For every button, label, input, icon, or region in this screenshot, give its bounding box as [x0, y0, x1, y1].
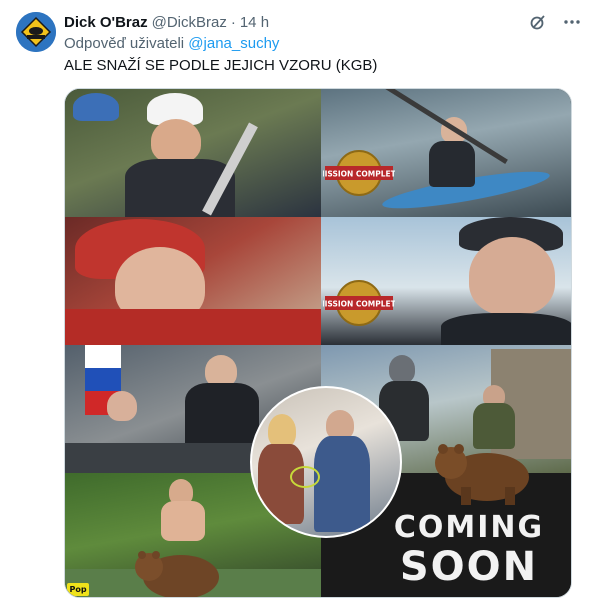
grok-icon[interactable] [528, 12, 548, 32]
reply-prefix: Odpověď uživateli [64, 35, 185, 52]
photo-rafting [65, 89, 321, 217]
pop-logo: Pop [67, 583, 89, 596]
author-handle[interactable]: @DickBraz [152, 14, 227, 31]
reply-mention-link[interactable]: @jana_suchy [188, 35, 279, 52]
bear-ride-image [129, 537, 225, 597]
reply-context: Odpověď uživateli @jana_suchy [64, 35, 279, 52]
tweet-time[interactable]: 14 h [240, 14, 269, 31]
photo-hockey [65, 217, 321, 345]
avatar[interactable] [16, 12, 56, 52]
mission-complete-badge: MISSION COMPLETE [323, 279, 395, 327]
tweet-text: ALE SNAŽÍ SE PODLE JEJICH VZORU (KGB) [64, 57, 378, 74]
tweet-header: Dick O'Braz @DickBraz · 14 h [64, 12, 582, 32]
coming-soon-text: COMING SOON [375, 510, 563, 590]
soon-line: SOON [399, 544, 539, 590]
tweet-media-image[interactable]: MISSION COMPLETE MISSION COMPLETE COMING… [64, 88, 572, 598]
avatar-image [16, 12, 56, 52]
mission-complete-badge: MISSION COMPLETE [323, 149, 395, 197]
more-horizontal-icon[interactable] [562, 12, 582, 32]
badge-label: MISSION COMPLETE [323, 300, 395, 309]
separator-dot: · [230, 13, 236, 31]
author-name[interactable]: Dick O'Braz [64, 14, 148, 31]
badge-label: MISSION COMPLETE [323, 170, 395, 179]
tweet[interactable]: Dick O'Braz @DickBraz · 14 h Odpověď uži… [0, 0, 598, 602]
header-actions [528, 12, 582, 32]
coming-line: COMING [393, 510, 545, 545]
bear-image [427, 427, 535, 507]
